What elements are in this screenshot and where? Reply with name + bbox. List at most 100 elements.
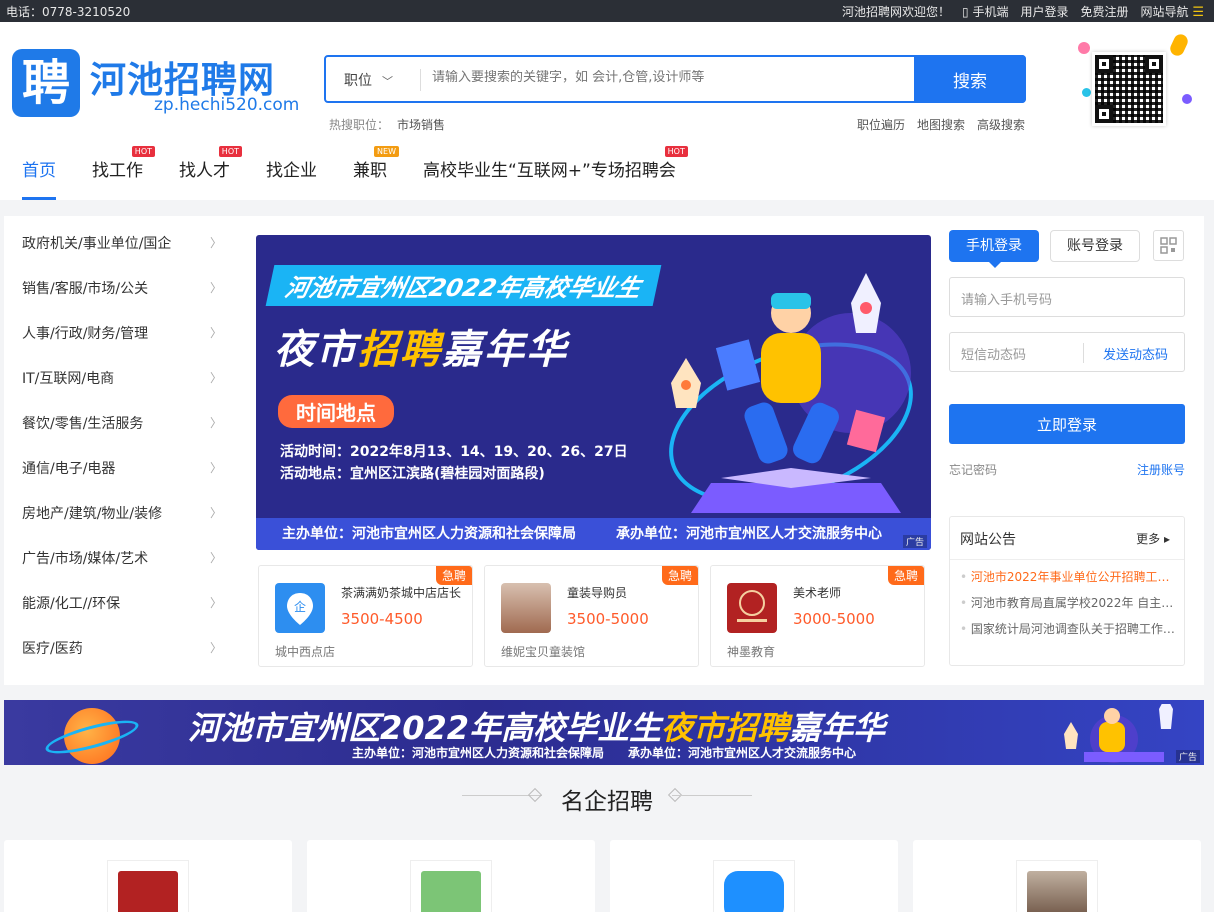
notice-more-link[interactable]: 更多 ▸ <box>1136 530 1170 547</box>
hot-badge: HOT <box>131 146 155 157</box>
qr-code-area <box>1068 28 1198 128</box>
job-company[interactable]: 城中西点店 <box>275 643 335 660</box>
company-card[interactable] <box>913 840 1201 912</box>
login-tabs: 手机登录 账号登录 <box>949 230 1185 268</box>
phone-icon: ▯ <box>962 5 969 19</box>
company-card[interactable] <box>610 840 898 912</box>
category-label: 医疗/医药 <box>22 640 83 657</box>
wide-title-b: 夜市招聘 <box>661 709 790 747</box>
search-input[interactable] <box>432 70 912 85</box>
register-account-link[interactable]: 注册账号 <box>1137 461 1185 478</box>
category-item[interactable]: 通信/电子/电器 〉 <box>22 445 222 490</box>
forgot-password-link[interactable]: 忘记密码 <box>949 461 997 478</box>
divider <box>950 559 1184 560</box>
nav-home[interactable]: 首页 <box>22 160 56 200</box>
job-title: 美术老师 <box>793 586 842 600</box>
mobile-link[interactable]: ▯ 手机端 <box>962 3 1008 20</box>
urgent-badge: 急聘 <box>435 566 472 585</box>
sms-code-field[interactable]: 短信动态码 发送动态码 <box>949 332 1185 372</box>
nav-part-time[interactable]: 兼职 NEW <box>353 146 399 200</box>
job-card[interactable]: 童装导购员 3500-5000 维妮宝贝童装馆 急聘 <box>484 565 699 667</box>
notice-board: 网站公告 更多 ▸ 河池市2022年事业单位公开招聘工作人员公告 河池市教育局直… <box>949 516 1185 666</box>
main-nav: 首页 找工作 HOT 找人才 HOT 找企业 兼职 NEW 高校毕业生“互联网+”专场… <box>22 146 712 200</box>
search-links: 职位遍历 地图搜索 高级搜索 <box>857 116 1025 133</box>
urgent-badge: 急聘 <box>887 566 924 585</box>
login-submit-button[interactable]: 立即登录 <box>949 404 1185 444</box>
nav-label: 兼职 <box>353 161 387 181</box>
site-logo[interactable]: 聘 河池招聘网 zp.hechi520.com <box>12 49 302 119</box>
notice-item[interactable]: 河池市教育局直属学校2022年 自主招聘教师公告 <box>960 594 1176 611</box>
job-card[interactable]: 美术老师 3000-5000 神墨教育 急聘 <box>710 565 925 667</box>
category-item[interactable]: IT/互联网/电商 〉 <box>22 355 222 400</box>
job-title: 茶满满奶茶城中店店长 <box>341 586 462 600</box>
chevron-right-icon: 〉 <box>209 236 222 250</box>
site-nav-link[interactable]: 网站导航 ☰ <box>1141 3 1205 20</box>
tab-account-login[interactable]: 账号登录 <box>1050 230 1140 262</box>
job-salary: 3500-5000 <box>567 610 649 628</box>
phone-field[interactable]: 请输入手机号码 <box>949 277 1185 317</box>
sms-placeholder: 短信动态码 <box>961 348 1027 363</box>
nav-label: 找人才 <box>179 161 230 181</box>
search-button[interactable]: 搜索 <box>914 55 1026 103</box>
job-company[interactable]: 神墨教育 <box>727 643 775 660</box>
banner-title-b: 招聘 <box>358 327 442 373</box>
nav-find-company[interactable]: 找企业 <box>266 160 317 200</box>
send-sms-button[interactable]: 发送动态码 <box>1103 344 1168 363</box>
notice-item[interactable]: 国家统计局河池调查队关于招聘工作人员的公告 <box>960 620 1176 637</box>
login-panel: 手机登录 账号登录 请输入手机号码 短信动态码 发送动态码 立即登录 忘记密码 … <box>949 230 1185 477</box>
category-item[interactable]: 政府机关/事业单位/国企 〉 <box>22 220 222 265</box>
banner-illustration <box>669 273 913 513</box>
nav-find-job[interactable]: 找工作 HOT <box>92 146 155 200</box>
hot-search: 热搜职位： 市场销售 <box>329 116 445 133</box>
category-item[interactable]: 餐饮/零售/生活服务 〉 <box>22 400 222 445</box>
company-logo <box>501 583 551 633</box>
category-label: 政府机关/事业单位/国企 <box>22 235 172 252</box>
job-card[interactable]: 企 茶满满奶茶城中店店长 3500-4500 城中西点店 急聘 <box>258 565 473 667</box>
job-title: 童装导购员 <box>567 586 628 600</box>
ad-tag: 广告 <box>902 535 927 548</box>
qr-code-icon <box>1092 52 1166 126</box>
nav-find-talent[interactable]: 找人才 HOT <box>179 146 242 200</box>
company-card[interactable] <box>307 840 595 912</box>
link-job-traverse[interactable]: 职位遍历 <box>857 116 905 133</box>
job-company[interactable]: 维妮宝贝童装馆 <box>501 643 585 660</box>
search-divider <box>420 69 421 91</box>
register-link[interactable]: 免费注册 <box>1080 3 1128 20</box>
title-line <box>672 795 752 796</box>
category-item[interactable]: 能源/化工//环保 〉 <box>22 580 222 625</box>
decor-dot <box>1082 88 1091 97</box>
company-card[interactable] <box>4 840 292 912</box>
category-item[interactable]: 人事/行政/财务/管理 〉 <box>22 310 222 355</box>
featured-companies <box>4 840 1201 912</box>
hot-keyword[interactable]: 市场销售 <box>397 118 445 132</box>
hot-badge: HOT <box>218 146 242 157</box>
wide-promo-banner[interactable]: 河池市宜州区2022年高校毕业生夜市招聘嘉年华 主办单位：河池市宜州区人力资源和… <box>4 700 1204 765</box>
new-badge: NEW <box>374 146 399 157</box>
notice-item[interactable]: 河池市2022年事业单位公开招聘工作人员公告 <box>960 568 1176 585</box>
tab-phone-login[interactable]: 手机登录 <box>949 230 1039 268</box>
logo-url: zp.hechi520.com <box>154 95 300 115</box>
hot-search-label: 热搜职位： <box>329 118 390 132</box>
category-label: 房地产/建筑/物业/装修 <box>22 505 163 522</box>
category-item[interactable]: 医疗/医药 〉 <box>22 625 222 670</box>
chevron-right-icon: 〉 <box>209 506 222 520</box>
category-label: 人事/行政/财务/管理 <box>22 325 149 342</box>
nav-label: 高校毕业生“互联网+”专场招聘会 <box>423 161 676 181</box>
banner-headline: 河池市宜州区2022年高校毕业生 <box>265 265 662 306</box>
search-bar: 职位 ﹀ 搜索 <box>324 55 1026 103</box>
link-advanced-search[interactable]: 高级搜索 <box>977 116 1025 133</box>
nav-graduate-fair[interactable]: 高校毕业生“互联网+”专场招聘会 HOT <box>423 146 688 200</box>
decor-dot <box>1182 94 1192 104</box>
main-panel: 政府机关/事业单位/国企〉 销售/客服/市场/公关〉 人事/行政/财务/管理〉 … <box>4 216 1204 685</box>
chevron-right-icon: 〉 <box>209 326 222 340</box>
banner-time: 活动时间：2022年8月13、14、19、20、26、27日 <box>280 444 628 460</box>
category-item[interactable]: 销售/客服/市场/公关 〉 <box>22 265 222 310</box>
wide-banner-illustration <box>1064 704 1173 763</box>
qr-login-icon[interactable] <box>1153 230 1184 261</box>
search-type-select[interactable]: 职位 ﹀ <box>344 70 393 90</box>
category-item[interactable]: 房地产/建筑/物业/装修 〉 <box>22 490 222 535</box>
promo-banner[interactable]: 河池市宜州区2022年高校毕业生 夜市招聘嘉年华 时间地点 活动时间：2022年… <box>256 235 931 550</box>
user-login-link[interactable]: 用户登录 <box>1020 3 1068 20</box>
link-map-search[interactable]: 地图搜索 <box>917 116 965 133</box>
category-item[interactable]: 广告/市场/媒体/艺术 〉 <box>22 535 222 580</box>
